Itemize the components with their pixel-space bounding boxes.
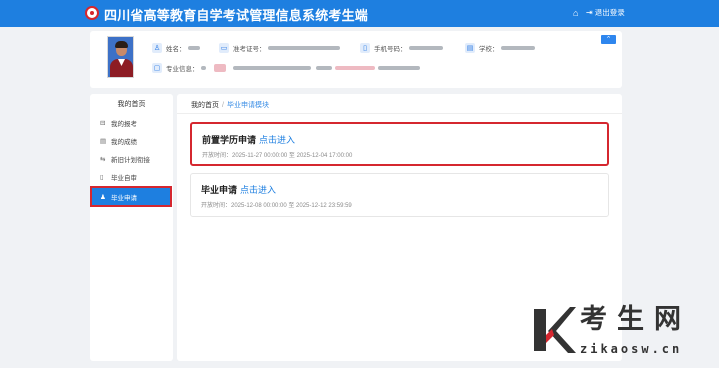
admission-field: ▭ 准考证号： <box>219 43 340 53</box>
name-value-redacted <box>187 46 200 50</box>
major-detail-redacted-4 <box>377 66 420 70</box>
avatar <box>107 36 134 78</box>
prior-education-card: 前置学历申请 点击进入 开放时间：2025-11-27 00:00:00 至 20… <box>190 122 609 166</box>
enter-link[interactable]: 点击进入 <box>240 185 276 195</box>
sidebar-heading[interactable]: 我的首页 <box>90 99 173 109</box>
sidebar-item-label: 毕业申请 <box>111 194 137 202</box>
school-field: ▤ 学校： <box>465 43 535 53</box>
card-title: 前置学历申请 <box>202 135 257 145</box>
major-detail-redacted-3 <box>334 66 375 70</box>
breadcrumb-home[interactable]: 我的首页 <box>191 102 219 109</box>
card-icon: ▭ <box>219 43 229 53</box>
sidebar-item-label: 毕业自审 <box>111 175 137 182</box>
major-value-redacted <box>200 66 206 70</box>
document-icon: ▤ <box>100 138 107 145</box>
logo-icon <box>85 6 99 20</box>
divider <box>177 113 622 114</box>
school-label: 学校： <box>479 46 499 53</box>
breadcrumb-current: 毕业申请模块 <box>226 102 269 109</box>
top-bar: 四川省高等教育自学考试管理信息系统考生端 ⌂ ⇥ 退出登录 <box>0 0 719 27</box>
user-icon: ♟ <box>100 193 106 201</box>
open-time: 开放时间：2025-12-08 00:00:00 至 2025-12-12 23… <box>201 203 352 209</box>
chevron-up-icon: ⌃ <box>605 36 612 43</box>
admission-label: 准考证号： <box>233 46 266 53</box>
phone-value-redacted <box>408 46 443 50</box>
graduation-apply-card: 毕业申请 点击进入 开放时间：2025-12-08 00:00:00 至 2025… <box>190 173 609 217</box>
major-label: 专业信息： <box>166 66 199 73</box>
name-label: 姓名： <box>166 46 186 53</box>
link-icon: ⇆ <box>100 156 106 163</box>
sidebar-item-label: 我的成绩 <box>111 139 137 146</box>
sidebar-item-graduation-apply[interactable]: ♟ 毕业申请 <box>90 186 172 207</box>
book-icon: ▢ <box>152 63 162 73</box>
sidebar-item-registration[interactable]: ⊟ 我的报考 <box>100 118 137 128</box>
sidebar-item-label: 新旧计划衔接 <box>111 157 150 164</box>
card-title-row: 毕业申请 点击进入 <box>201 183 276 196</box>
logout-icon: ⇥ <box>586 8 593 17</box>
sidebar-item-scores[interactable]: ▤ 我的成绩 <box>100 136 137 146</box>
app-title: 四川省高等教育自学考试管理信息系统考生端 <box>104 8 369 23</box>
profile-card: ♙ 姓名： ▭ 准考证号： ▯ 手机号码： ▤ 学校： ▢ 专业信息： ⌃ <box>90 31 622 88</box>
sidebar-item-self-review[interactable]: ▯ 毕业自审 <box>100 172 137 182</box>
phone-field: ▯ 手机号码： <box>360 43 443 53</box>
name-field: ♙ 姓名： <box>152 43 200 53</box>
sidebar-item-label: 我的报考 <box>111 121 137 128</box>
watermark-url: zikaosw.cn <box>580 342 683 356</box>
watermark-logo <box>534 307 576 353</box>
card-title-row: 前置学历申请 点击进入 <box>202 133 295 146</box>
watermark-text: 考生网 <box>580 304 691 335</box>
school-value-redacted <box>500 46 535 50</box>
logout-label: 退出登录 <box>594 8 625 17</box>
file-icon: ▯ <box>100 174 104 181</box>
card-title: 毕业申请 <box>201 185 238 195</box>
major-badge-redacted <box>213 64 226 72</box>
user-icon: ♙ <box>152 43 162 53</box>
calendar-icon: ⊟ <box>100 120 106 127</box>
phone-icon: ▯ <box>360 43 370 53</box>
home-icon[interactable]: ⌂ <box>573 8 578 18</box>
school-icon: ▤ <box>465 43 475 53</box>
sidebar-item-plan-link[interactable]: ⇆ 新旧计划衔接 <box>100 154 150 164</box>
major-detail-redacted-2 <box>315 66 332 70</box>
sidebar: 我的首页 ⊟ 我的报考 ▤ 我的成绩 ⇆ 新旧计划衔接 ▯ 毕业自审 ♟ 毕业申… <box>90 94 173 361</box>
major-detail-redacted <box>232 66 311 70</box>
open-time: 开放时间：2025-11-27 00:00:00 至 2025-12-04 17… <box>202 153 353 159</box>
breadcrumb-separator: / <box>222 102 224 109</box>
admission-value-redacted <box>267 46 340 50</box>
enter-link[interactable]: 点击进入 <box>259 135 295 145</box>
breadcrumb: 我的首页 / 毕业申请模块 <box>191 100 269 110</box>
collapse-button[interactable]: ⌃ <box>601 35 616 44</box>
logout-button[interactable]: ⇥ 退出登录 <box>586 8 625 18</box>
phone-label: 手机号码： <box>374 46 407 53</box>
major-field: ▢ 专业信息： <box>152 63 420 73</box>
